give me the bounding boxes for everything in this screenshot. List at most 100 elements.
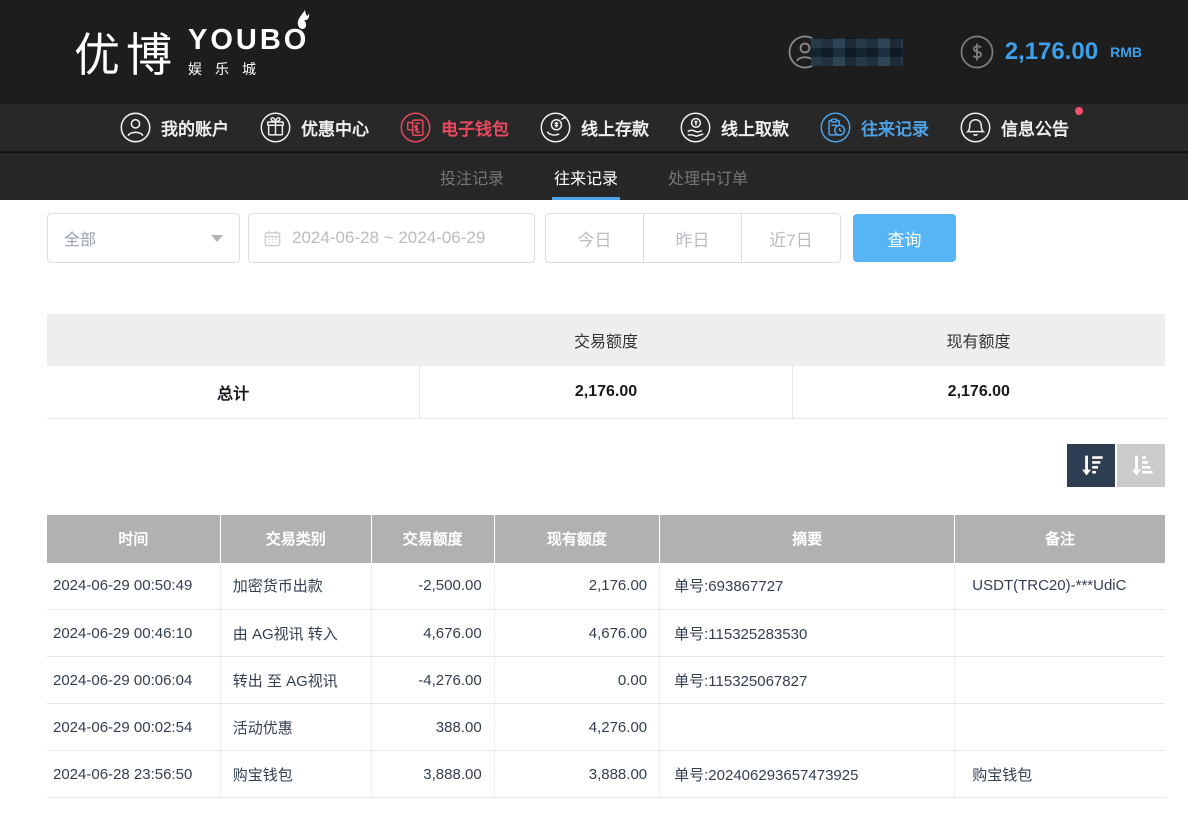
type-select-value: 全部 <box>64 226 96 250</box>
nav-label: 往来记录 <box>861 115 929 140</box>
nav-label: 线上存款 <box>581 115 649 140</box>
username-blurred <box>811 38 903 66</box>
table-row: 2024-06-29 00:46:10 由 AG视讯 转入 4,676.00 4… <box>47 610 1165 657</box>
top-header: 优博 YOUBO 娱乐城 2,176.00 RMB <box>0 0 1188 104</box>
cell-type: 转出 至 AG视讯 <box>220 657 371 704</box>
cell-time: 2024-06-29 00:02:54 <box>47 704 220 751</box>
yesterday-button[interactable]: 昨日 <box>644 214 742 262</box>
col-summary: 摘要 <box>660 515 955 563</box>
nav-label: 信息公告 <box>1001 115 1069 140</box>
cell-balance: 3,888.00 <box>494 751 659 798</box>
quick-date-group: 今日 昨日 近7日 <box>545 213 841 263</box>
cell-balance: 4,676.00 <box>494 610 659 657</box>
sort-desc-icon <box>1077 451 1105 479</box>
cell-amount: -2,500.00 <box>371 563 494 610</box>
cell-time: 2024-06-28 23:56:50 <box>47 751 220 798</box>
cell-summary: 单号:115325067827 <box>660 657 955 704</box>
table-row: 2024-06-29 00:02:54 活动优惠 388.00 4,276.00 <box>47 704 1165 751</box>
table-header-row: 时间 交易类别 交易额度 现有额度 摘要 备注 <box>47 515 1165 563</box>
dollar-circle-icon <box>959 34 995 70</box>
chevron-down-icon <box>211 235 223 242</box>
sort-controls <box>47 444 1165 487</box>
main-nav: 我的账户 优惠中心 电子钱包 线上存款 <box>0 104 1188 151</box>
logo-cn-text: 优博 <box>74 19 178 85</box>
nav-label: 我的账户 <box>161 115 229 140</box>
today-button[interactable]: 今日 <box>546 214 644 262</box>
cell-remark: USDT(TRC20)-***UdiC <box>955 563 1165 610</box>
col-remark: 备注 <box>955 515 1165 563</box>
nav-item-transaction-records[interactable]: 往来记录 <box>819 111 929 144</box>
col-type: 交易类别 <box>220 515 371 563</box>
cell-remark <box>955 657 1165 704</box>
summary-header-row: 交易额度 现有额度 <box>47 314 1165 366</box>
cell-summary: 单号:202406293657473925 <box>660 751 955 798</box>
table-row: 2024-06-28 23:56:50 购宝钱包 3,888.00 3,888.… <box>47 751 1165 798</box>
sort-descending-button[interactable] <box>1067 444 1115 487</box>
sort-asc-icon <box>1127 451 1155 479</box>
last7days-button[interactable]: 近7日 <box>742 214 840 262</box>
summary-header-empty <box>47 314 420 366</box>
records-icon <box>819 111 852 144</box>
nav-item-e-wallet[interactable]: 电子钱包 <box>399 111 509 144</box>
cell-amount: -4,276.00 <box>371 657 494 704</box>
cell-amount: 3,888.00 <box>371 751 494 798</box>
tab-label: 投注记录 <box>440 165 504 189</box>
cell-type: 活动优惠 <box>220 704 371 751</box>
summary-total-label: 总计 <box>47 366 420 418</box>
nav-item-online-deposit[interactable]: 线上存款 <box>539 111 649 144</box>
calendar-icon <box>263 229 282 248</box>
cell-balance: 2,176.00 <box>494 563 659 610</box>
cell-amount: 388.00 <box>371 704 494 751</box>
nav-item-promotions[interactable]: 优惠中心 <box>259 111 369 144</box>
notification-badge <box>1075 107 1083 115</box>
filter-row: 全部 2024-06-28 ~ 2024-06-29 今日 昨日 近7日 查询 <box>47 213 1165 263</box>
user-account[interactable] <box>787 34 903 70</box>
main-content: 全部 2024-06-28 ~ 2024-06-29 今日 昨日 近7日 查询 <box>47 213 1165 798</box>
tab-processing-orders[interactable]: 处理中订单 <box>666 153 750 200</box>
table-row: 2024-06-29 00:06:04 转出 至 AG视讯 -4,276.00 … <box>47 657 1165 704</box>
date-range-input[interactable]: 2024-06-28 ~ 2024-06-29 <box>248 213 535 263</box>
sub-nav: 投注记录 往来记录 处理中订单 <box>0 151 1188 200</box>
tab-bet-records[interactable]: 投注记录 <box>438 153 506 200</box>
logo-sub-text: 娱乐城 <box>188 59 309 79</box>
cell-time: 2024-06-29 00:46:10 <box>47 610 220 657</box>
summary-total-row: 总计 2,176.00 2,176.00 <box>47 366 1165 418</box>
withdraw-icon <box>679 111 712 144</box>
balance-amount: 2,176.00 <box>1005 38 1098 66</box>
sort-ascending-button[interactable] <box>1117 444 1165 487</box>
cell-type: 购宝钱包 <box>220 751 371 798</box>
cell-amount: 4,676.00 <box>371 610 494 657</box>
logo-en-text: YOUBO <box>188 25 309 55</box>
cell-remark <box>955 704 1165 751</box>
tab-label: 往来记录 <box>554 165 618 189</box>
tab-label: 处理中订单 <box>668 165 748 189</box>
deposit-icon <box>539 111 572 144</box>
summary-current-total: 2,176.00 <box>792 366 1165 418</box>
cell-type: 由 AG视讯 转入 <box>220 610 371 657</box>
transactions-table: 时间 交易类别 交易额度 现有额度 摘要 备注 2024-06-29 00:50… <box>47 515 1165 799</box>
table-row: 2024-06-29 00:50:49 加密货币出款 -2,500.00 2,1… <box>47 563 1165 610</box>
nav-item-announcements[interactable]: 信息公告 <box>959 111 1069 144</box>
nav-label: 优惠中心 <box>301 115 369 140</box>
cell-summary <box>660 704 955 751</box>
balance-display[interactable]: 2,176.00 RMB <box>959 34 1142 70</box>
query-button[interactable]: 查询 <box>853 214 956 262</box>
summary-header-transaction: 交易额度 <box>420 314 792 366</box>
account-icon <box>119 111 152 144</box>
cell-type: 加密货币出款 <box>220 563 371 610</box>
balance-currency: RMB <box>1110 44 1142 60</box>
type-select[interactable]: 全部 <box>47 213 240 263</box>
summary-header-current: 现有额度 <box>792 314 1165 366</box>
nav-item-my-account[interactable]: 我的账户 <box>119 111 229 144</box>
summary-transaction-total: 2,176.00 <box>420 366 792 418</box>
cell-balance: 4,276.00 <box>494 704 659 751</box>
site-logo[interactable]: 优博 YOUBO 娱乐城 <box>74 19 309 85</box>
cell-balance: 0.00 <box>494 657 659 704</box>
nav-label: 电子钱包 <box>441 115 509 140</box>
nav-label: 线上取款 <box>721 115 789 140</box>
tab-transaction-records[interactable]: 往来记录 <box>552 153 620 200</box>
cell-remark: 购宝钱包 <box>955 751 1165 798</box>
cell-time: 2024-06-29 00:50:49 <box>47 563 220 610</box>
nav-item-online-withdrawal[interactable]: 线上取款 <box>679 111 789 144</box>
date-range-value: 2024-06-28 ~ 2024-06-29 <box>292 228 485 248</box>
